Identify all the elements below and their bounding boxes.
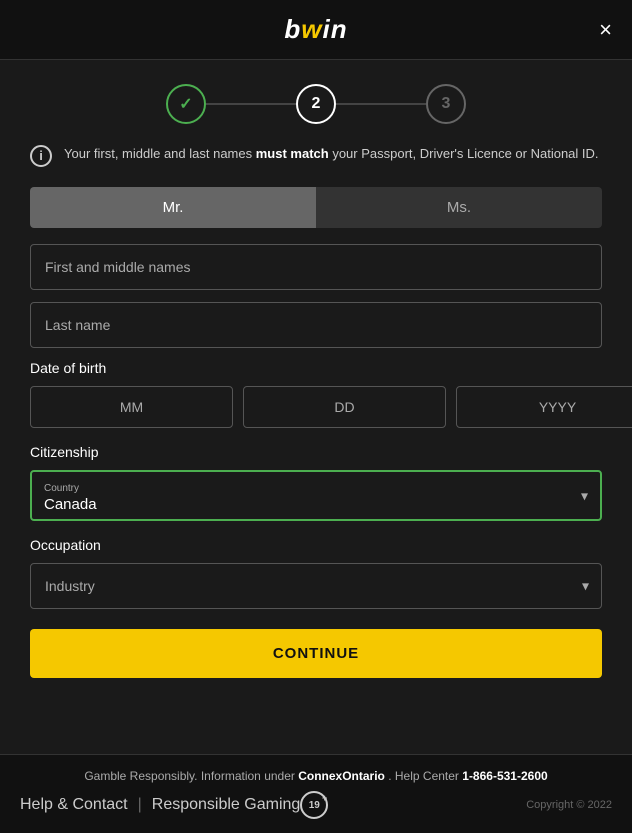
step-3: 3: [426, 84, 466, 124]
industry-select[interactable]: Industry ▾: [30, 563, 602, 609]
dob-yyyy-input[interactable]: [456, 386, 632, 428]
content-area: i Your first, middle and last names must…: [0, 144, 632, 754]
copyright-text: Copyright © 2022: [526, 799, 612, 811]
footer: Gamble Responsibly. Information under Co…: [0, 754, 632, 833]
dob-dd-input[interactable]: [243, 386, 446, 428]
dob-row: [30, 386, 602, 428]
step-1: ✓: [166, 84, 206, 124]
dob-label: Date of birth: [30, 360, 602, 376]
country-select-wrapper[interactable]: Country Canada ▾: [30, 470, 602, 521]
header: bwin ×: [0, 0, 632, 60]
info-text: Your first, middle and last names must m…: [64, 144, 599, 164]
footer-main-text: Gamble Responsibly. Information under Co…: [20, 769, 612, 783]
step-2: 2: [296, 84, 336, 124]
continue-button[interactable]: CONTINUE: [30, 629, 602, 678]
step-line-1: [206, 103, 296, 105]
logo: bwin: [284, 14, 347, 45]
step-line-2: [336, 103, 426, 105]
occupation-label: Occupation: [30, 537, 602, 553]
first-middle-name-input[interactable]: [30, 244, 602, 290]
footer-bottom: Help & Contact | Responsible Gaming 19 C…: [20, 791, 612, 819]
industry-chevron-icon: ▾: [582, 578, 589, 595]
info-icon: i: [30, 145, 52, 167]
last-name-input[interactable]: [30, 302, 602, 348]
industry-select-wrapper[interactable]: Industry ▾: [30, 563, 602, 609]
dob-mm-input[interactable]: [30, 386, 233, 428]
mr-button[interactable]: Mr.: [30, 187, 316, 228]
country-label: Country: [44, 483, 79, 494]
occupation-section: Occupation Industry ▾: [30, 537, 602, 609]
country-select[interactable]: Country Canada ▾: [30, 470, 602, 521]
ms-button[interactable]: Ms.: [316, 187, 602, 228]
info-box: i Your first, middle and last names must…: [30, 144, 602, 167]
footer-separator-1: |: [138, 796, 142, 814]
industry-value: Industry: [45, 578, 95, 594]
citizenship-label: Citizenship: [30, 444, 602, 460]
citizenship-section: Citizenship Country Canada ▾: [30, 444, 602, 521]
responsible-gaming-link[interactable]: Responsible Gaming: [152, 796, 301, 814]
title-toggle: Mr. Ms.: [30, 187, 602, 228]
close-button[interactable]: ×: [599, 19, 612, 41]
country-chevron-icon: ▾: [581, 487, 588, 504]
age-badge: 19: [300, 791, 328, 819]
country-value: Canada: [44, 496, 560, 513]
stepper: ✓ 2 3: [0, 60, 632, 144]
help-contact-link[interactable]: Help & Contact: [20, 796, 128, 814]
